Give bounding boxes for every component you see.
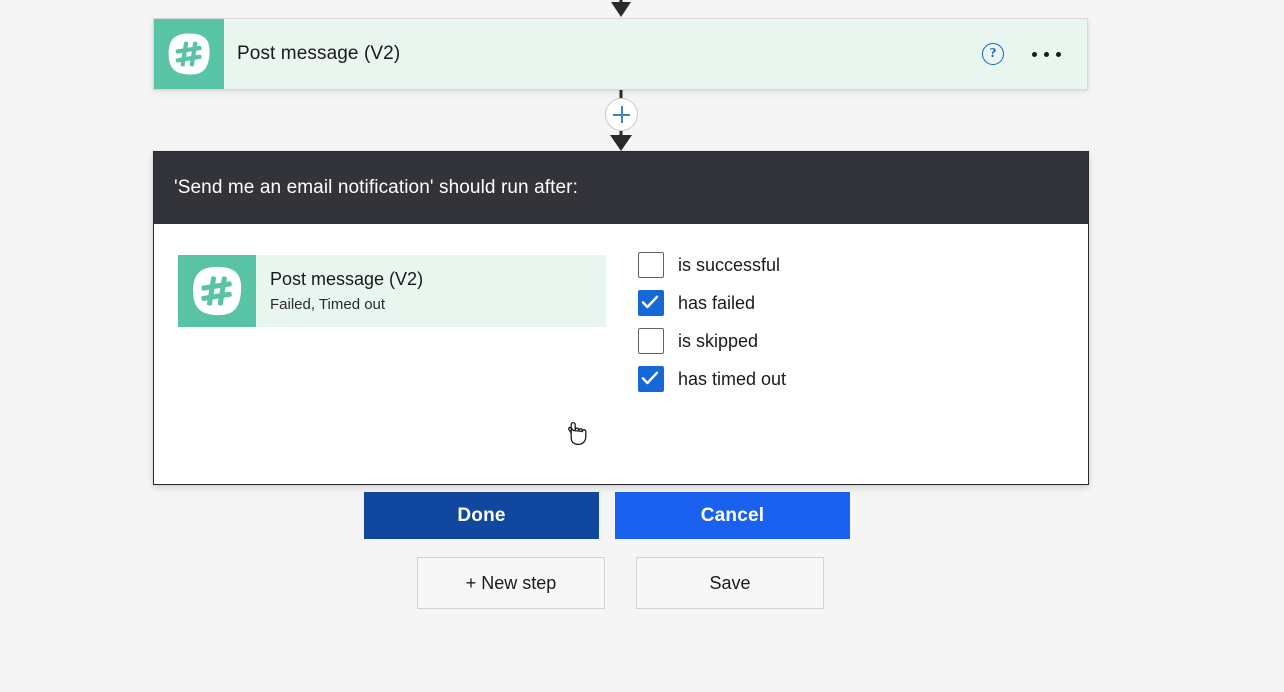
teams-hashtag-icon <box>154 19 224 89</box>
run-after-dialog: 'Send me an email notification' should r… <box>153 151 1089 539</box>
new-step-button[interactable]: + New step <box>417 557 605 609</box>
cancel-button[interactable]: Cancel <box>615 492 850 539</box>
checkbox-row-has-failed[interactable]: has failed <box>638 290 786 316</box>
more-horizontal-icon[interactable] <box>1032 51 1061 57</box>
checkbox-has-timed-out[interactable] <box>638 366 664 392</box>
dialog-title: 'Send me an email notification' should r… <box>174 177 578 198</box>
done-button[interactable]: Done <box>364 492 599 539</box>
insert-step-plus-button[interactable] <box>605 98 638 131</box>
checkbox-is-successful[interactable] <box>638 252 664 278</box>
run-after-action-title: Post message (V2) <box>270 269 424 289</box>
dialog-button-row: Done Cancel <box>364 492 850 539</box>
connector-line-card-to-plus <box>619 90 623 98</box>
run-after-card-text: Post message (V2) Failed, Timed out <box>256 255 606 327</box>
plus-icon <box>613 106 630 123</box>
teams-hashtag-icon <box>178 255 256 327</box>
run-after-action-status: Failed, Timed out <box>270 296 386 313</box>
save-button[interactable]: Save <box>636 557 824 609</box>
action-card-toolbar: ? <box>982 19 1087 89</box>
checkbox-label: has failed <box>678 293 756 313</box>
connector-arrow-plus-to-dialog <box>610 131 632 151</box>
dialog-header: 'Send me an email notification' should r… <box>154 152 1088 224</box>
action-card-post-message[interactable]: Post message (V2) ? <box>153 18 1088 90</box>
checkbox-row-has-timed-out[interactable]: has timed out <box>638 366 786 392</box>
checkbox-row-is-skipped[interactable]: is skipped <box>638 328 786 354</box>
run-after-action-summary-card: Post message (V2) Failed, Timed out <box>178 255 606 327</box>
action-card-title: Post message (V2) <box>237 43 401 64</box>
checkbox-label: is successful <box>678 255 781 275</box>
dialog-body: Post message (V2) Failed, Timed out is s… <box>154 224 1088 539</box>
checkbox-row-is-successful[interactable]: is successful <box>638 252 786 278</box>
flow-designer-canvas: Post message (V2) ? 'Send me an email no… <box>0 0 1284 692</box>
checkbox-label: has timed out <box>678 369 787 389</box>
checkbox-label: is skipped <box>678 331 759 351</box>
help-circle-icon[interactable]: ? <box>982 43 1004 65</box>
footer-button-row: + New step Save <box>417 557 824 609</box>
connector-arrow-top <box>611 0 631 17</box>
checkbox-is-skipped[interactable] <box>638 328 664 354</box>
run-after-status-list: is successful has failed is skipped has … <box>638 252 786 392</box>
checkbox-has-failed[interactable] <box>638 290 664 316</box>
